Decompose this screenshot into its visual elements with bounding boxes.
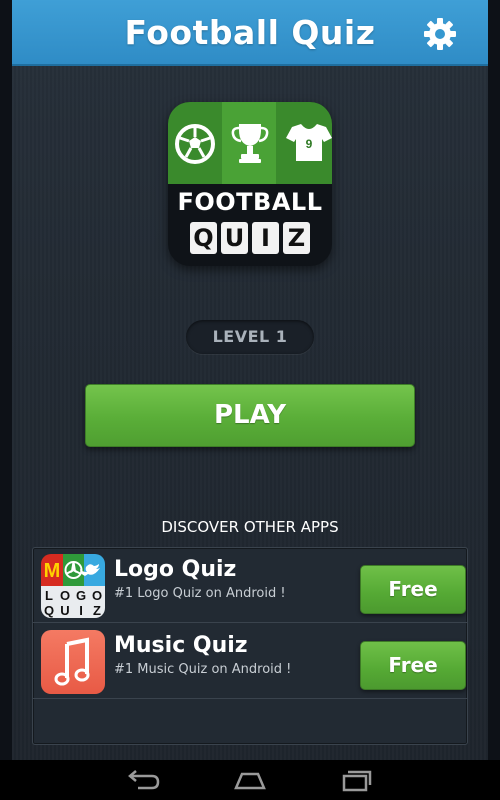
music-note-icon bbox=[41, 630, 105, 694]
level-indicator: LEVEL 1 bbox=[186, 320, 314, 354]
jersey-icon: 9 bbox=[286, 124, 332, 161]
logo-tile: U bbox=[221, 222, 248, 254]
icon-tile: L bbox=[45, 588, 53, 603]
football-quiz-logo: 9 FOOTBALL Q U I Z bbox=[168, 102, 332, 266]
app-container: Football Quiz 9 FOOTBALL Q U I Z LEVEL 1… bbox=[12, 0, 488, 760]
logo-tile: I bbox=[252, 222, 279, 254]
icon-tile: O bbox=[92, 588, 102, 603]
app-title: Football Quiz bbox=[124, 13, 376, 52]
back-icon[interactable] bbox=[124, 768, 164, 792]
play-button[interactable]: PLAY bbox=[85, 384, 415, 447]
app-description: #1 Music Quiz on Android ! bbox=[114, 662, 292, 677]
svg-text:M: M bbox=[44, 560, 61, 582]
screen-frame: Football Quiz 9 FOOTBALL Q U I Z LEVEL 1… bbox=[0, 0, 500, 760]
icon-tile: U bbox=[60, 603, 69, 618]
icon-tile: Z bbox=[93, 603, 101, 618]
logo-word-football: FOOTBALL bbox=[177, 188, 323, 216]
home-icon[interactable] bbox=[230, 768, 270, 792]
logo-tiles: Q U I Z bbox=[190, 222, 310, 256]
free-button[interactable]: Free bbox=[360, 565, 466, 614]
logo-pitch: 9 bbox=[168, 102, 332, 184]
other-apps-list: M L O G O Q U I Z Logo Quiz #1 Logo Quiz… bbox=[32, 547, 468, 745]
icon-tile: Q bbox=[44, 603, 54, 618]
app-name: Logo Quiz bbox=[114, 557, 237, 582]
logo-tile: Z bbox=[283, 222, 310, 254]
gear-icon[interactable] bbox=[422, 16, 458, 52]
list-item-logo-quiz[interactable]: M L O G O Q U I Z Logo Quiz #1 Logo Quiz… bbox=[33, 548, 467, 623]
logo-icons: 9 bbox=[175, 124, 332, 164]
app-name: Music Quiz bbox=[114, 633, 248, 658]
icon-tile: I bbox=[79, 603, 83, 618]
system-nav-bar bbox=[0, 760, 500, 800]
recent-apps-icon[interactable] bbox=[336, 768, 376, 792]
logo-quiz-app-icon: M L O G O Q U I Z bbox=[41, 554, 105, 618]
jersey-number: 9 bbox=[306, 137, 313, 151]
logo-tile: Q bbox=[190, 222, 217, 254]
discover-title: DISCOVER OTHER APPS bbox=[161, 518, 339, 536]
free-button[interactable]: Free bbox=[360, 641, 466, 690]
list-item-music-quiz[interactable]: Music Quiz #1 Music Quiz on Android ! Fr… bbox=[33, 624, 467, 699]
soccer-ball-icon bbox=[175, 124, 215, 164]
app-description: #1 Logo Quiz on Android ! bbox=[114, 586, 286, 601]
icon-tile: G bbox=[76, 588, 86, 603]
icon-tile: O bbox=[60, 588, 70, 603]
title-bar: Football Quiz bbox=[12, 0, 488, 66]
trophy-icon bbox=[231, 124, 269, 163]
